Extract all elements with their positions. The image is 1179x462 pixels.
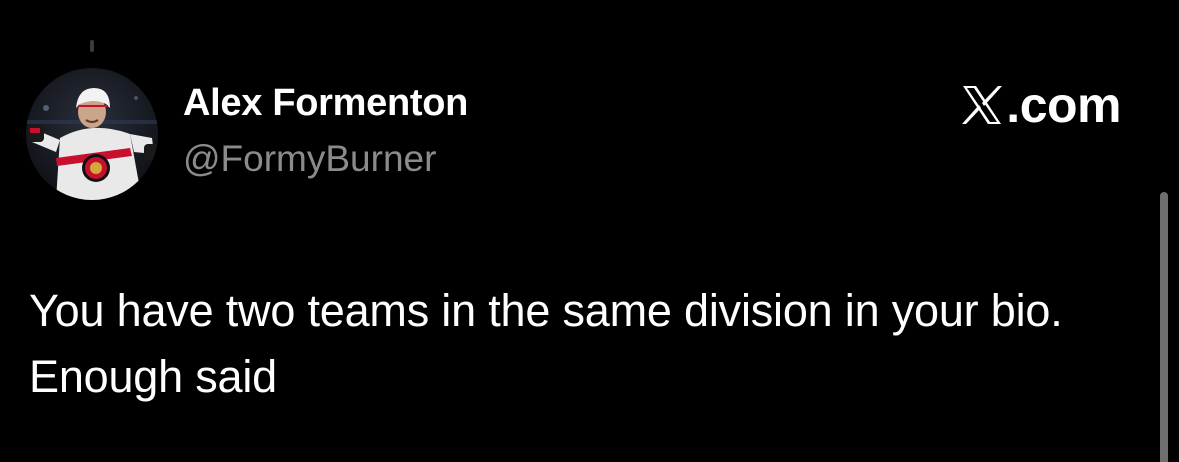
brand-watermark: .com [960,80,1121,130]
x-logo-icon [960,83,1004,127]
scrollbar[interactable] [1160,192,1168,462]
display-name[interactable]: Alex Formenton [183,82,468,125]
avatar[interactable] [26,68,158,200]
brand-domain: .com [1006,77,1121,133]
hockey-player-avatar-icon [26,68,158,200]
user-handle[interactable]: @FormyBurner [183,138,436,180]
tweet-text: You have two teams in the same division … [29,285,1063,402]
tweet-card: Alex Formenton @FormyBurner .com You hav… [0,0,1179,462]
